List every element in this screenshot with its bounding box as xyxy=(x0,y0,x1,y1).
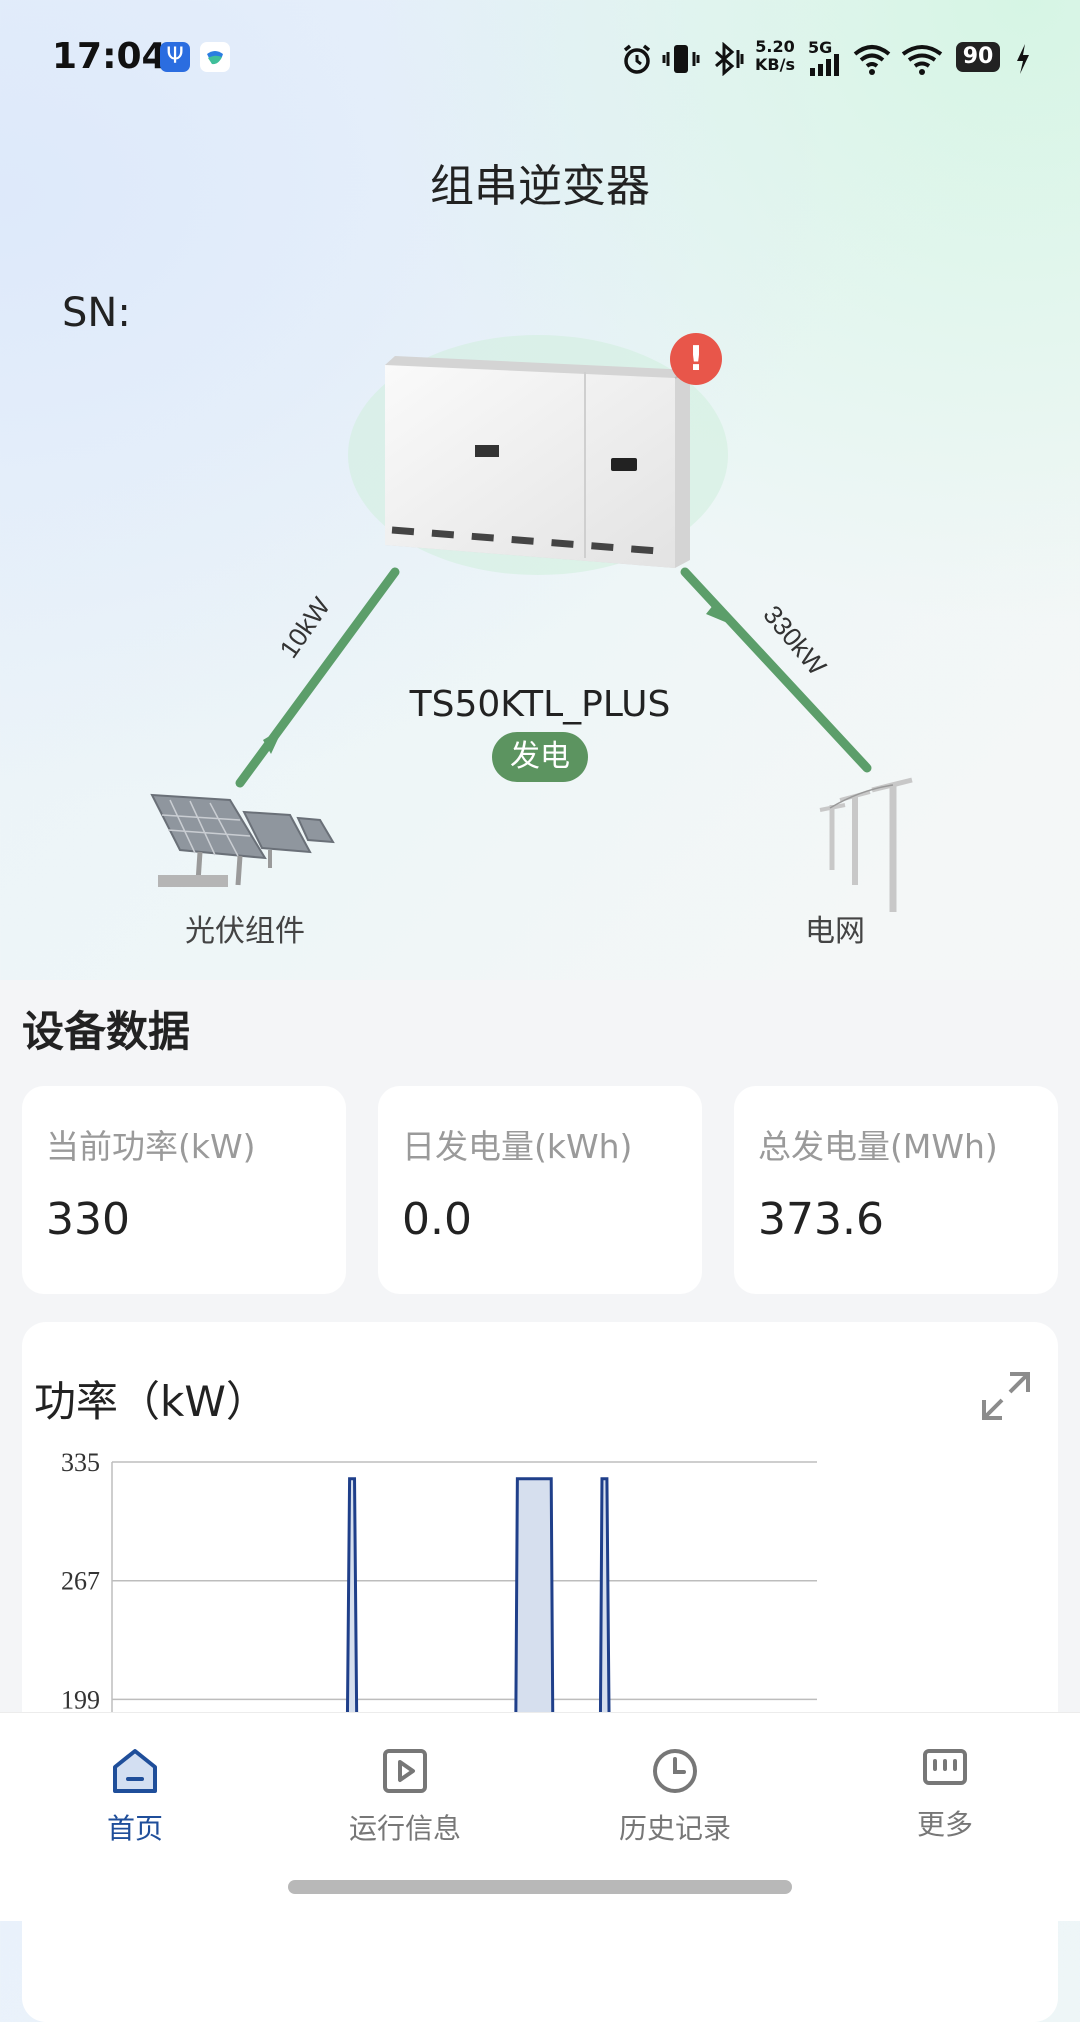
net-speed: 5.20 KB/s xyxy=(755,38,795,74)
y-tick-label: 267 xyxy=(61,1567,100,1596)
card-value: 0.0 xyxy=(402,1194,472,1245)
total-energy-card: 总发电量(MWh) 373.6 xyxy=(734,1086,1058,1294)
wifi-icon-2 xyxy=(901,45,943,75)
grid-power-label: 330kW xyxy=(757,600,832,682)
card-label: 日发电量(kWh) xyxy=(402,1127,633,1166)
grid-flow-line xyxy=(680,567,872,773)
y-tick-label: 199 xyxy=(61,1685,100,1712)
more-icon xyxy=(923,1749,967,1785)
card-label: 总发电量(MWh) xyxy=(758,1127,998,1166)
power-chart: 335 267 199 xyxy=(61,1448,817,1712)
tab-home[interactable]: 首页 xyxy=(35,1713,235,1853)
usb-icon: Ψ xyxy=(160,42,190,72)
pv-power-label: 10kW xyxy=(273,591,336,663)
device-model: TS50KTL_PLUS xyxy=(409,684,671,725)
clock-icon xyxy=(653,1749,697,1793)
net-speed-unit: KB/s xyxy=(755,55,795,74)
power-grid-icon xyxy=(819,777,913,912)
status-badge: 发电 xyxy=(492,732,588,782)
alert-icon[interactable]: ! xyxy=(670,333,722,385)
tab-history[interactable]: 历史记录 xyxy=(575,1713,775,1853)
vibrate-icon xyxy=(662,45,700,73)
status-time: 17:04 xyxy=(52,36,167,77)
tab-run-info[interactable]: 运行信息 xyxy=(305,1713,505,1853)
tab-label: 更多 xyxy=(916,1808,973,1841)
tab-label: 运行信息 xyxy=(348,1812,461,1845)
bluetooth-icon xyxy=(715,42,744,76)
charging-icon xyxy=(1017,44,1029,74)
pv-label: 光伏组件 xyxy=(185,914,305,949)
tab-more[interactable]: 更多 xyxy=(845,1713,1045,1853)
card-label: 当前功率(kW) xyxy=(46,1127,256,1166)
card-value: 373.6 xyxy=(758,1194,884,1245)
section-title: 设备数据 xyxy=(22,1007,191,1056)
app-notification-icon xyxy=(200,42,230,72)
series-area xyxy=(347,1478,610,1712)
home-icon xyxy=(113,1749,157,1793)
status-bar: 17:04 Ψ 5.20 KB/s 5G 90 xyxy=(0,0,1080,112)
signal-icon xyxy=(810,54,839,76)
daily-energy-card: 日发电量(kWh) 0.0 xyxy=(378,1086,702,1294)
energy-flow-diagram: 10kW 330kW xyxy=(150,335,913,912)
solar-panel-icon xyxy=(150,793,335,887)
battery-level: 90 xyxy=(956,42,1000,72)
grid-label: 电网 xyxy=(805,914,865,949)
y-tick-label: 335 xyxy=(61,1448,100,1477)
card-value: 330 xyxy=(46,1194,130,1245)
page-title: 组串逆变器 xyxy=(430,161,650,212)
series-line xyxy=(345,1477,611,1712)
tab-label: 首页 xyxy=(106,1812,163,1845)
net-speed-value: 5.20 xyxy=(755,37,795,56)
inverter-image xyxy=(385,356,691,568)
home-indicator[interactable] xyxy=(288,1880,792,1894)
tab-label: 历史记录 xyxy=(618,1812,731,1845)
wifi-icon xyxy=(853,45,891,75)
current-power-card: 当前功率(kW) 330 xyxy=(22,1086,346,1294)
play-icon xyxy=(383,1749,427,1793)
alarm-icon xyxy=(623,44,651,74)
